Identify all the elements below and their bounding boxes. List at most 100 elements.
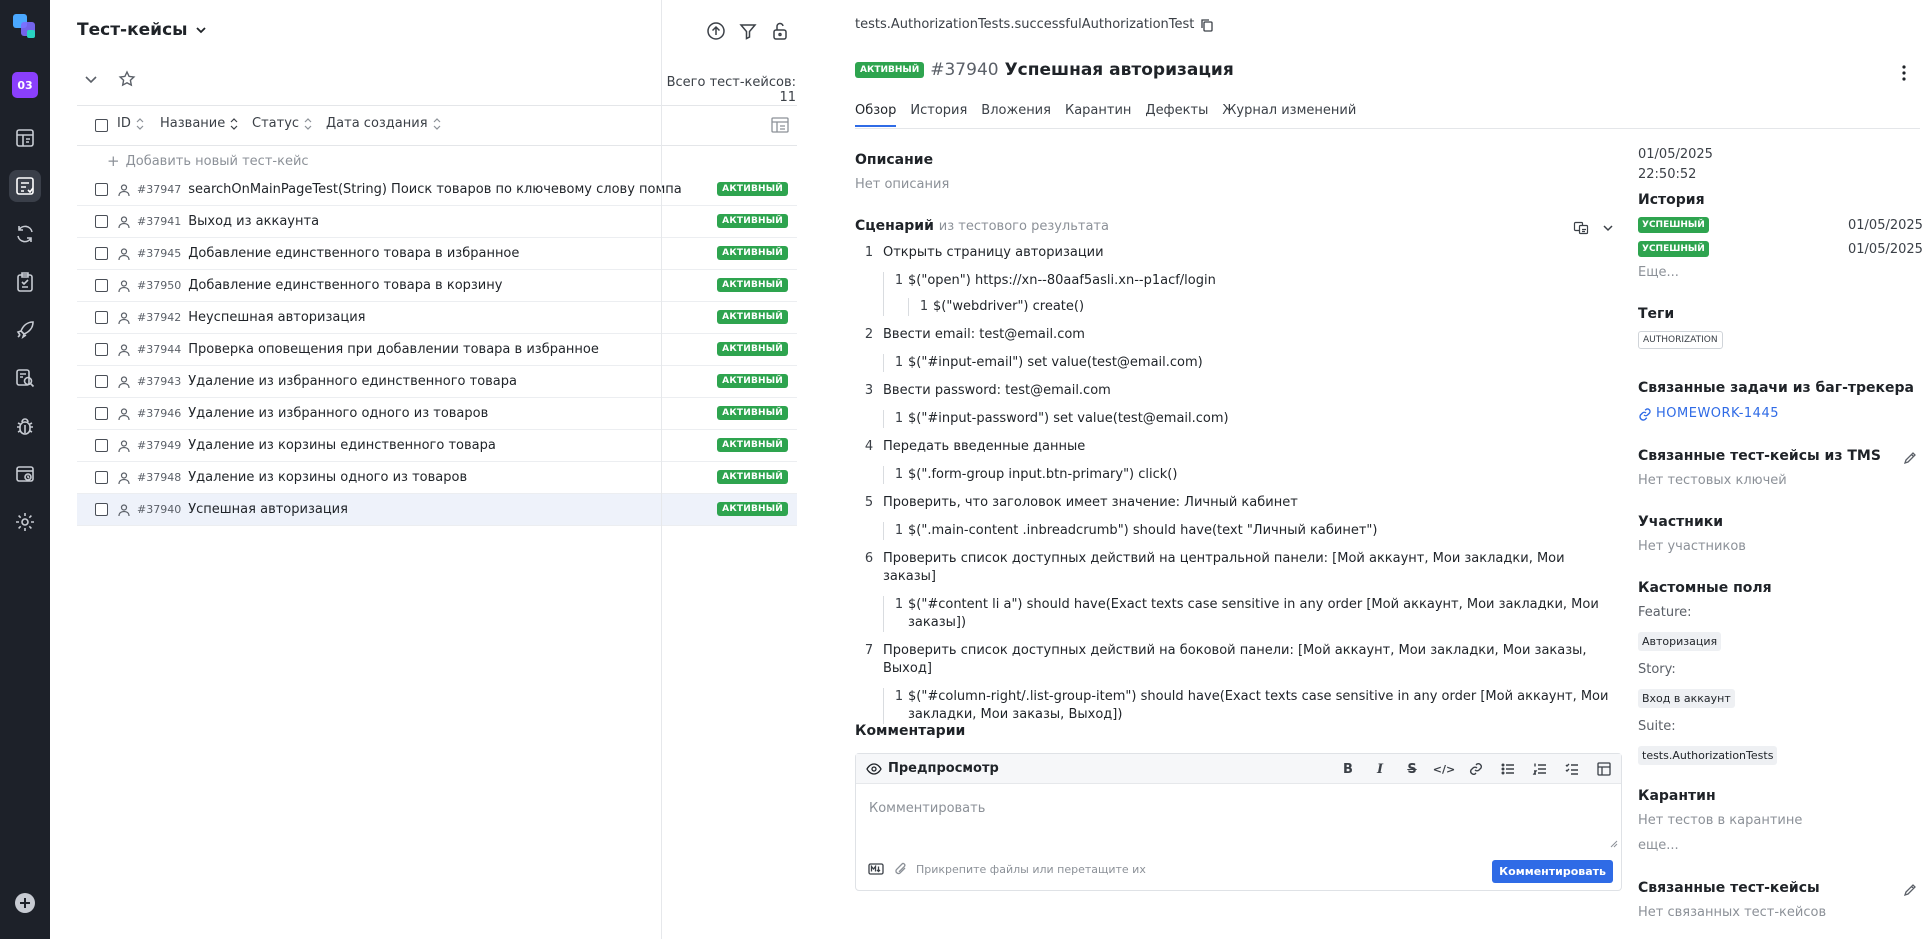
more-menu-icon[interactable]	[1900, 63, 1908, 83]
scenario-steps: 1 Открыть страницу авторизации 1 $("open") …	[855, 244, 1615, 734]
table-row[interactable]: #37942 Неуспешная авторизация АКТИВНЫЙ	[77, 302, 797, 334]
search-analytics-icon[interactable]	[9, 362, 41, 394]
paperclip-icon[interactable]	[894, 862, 910, 876]
list-title[interactable]: Тест-кейсы	[77, 20, 208, 40]
select-all-checkbox[interactable]	[95, 119, 108, 132]
settings-icon[interactable]	[9, 506, 41, 538]
story-chip[interactable]: Вход в аккаунт	[1638, 689, 1735, 708]
view-mode-icon[interactable]	[1573, 220, 1589, 236]
step-text: Проверить, что заголовок имеет значение:…	[883, 495, 1298, 510]
project-badge[interactable]: 03	[12, 72, 38, 98]
table-row[interactable]: #37944 Проверка оповещения при добавлении…	[77, 334, 797, 366]
row-checkbox[interactable]	[95, 183, 108, 196]
quarantine-more-link[interactable]: еще...	[1638, 838, 1679, 853]
column-created[interactable]: Дата создания	[326, 116, 442, 131]
test-cases-icon[interactable]	[9, 170, 41, 202]
table-row[interactable]: #37947 searchOnMainPageTest(String) Поиск…	[77, 174, 797, 206]
suite-chip[interactable]: tests.AuthorizationTests	[1638, 746, 1778, 765]
tms-empty: Нет тестовых ключей	[1638, 473, 1787, 488]
eye-icon[interactable]	[866, 761, 882, 777]
italic-icon[interactable]: I	[1371, 761, 1389, 777]
filter-icon[interactable]	[738, 21, 758, 41]
markdown-icon[interactable]	[868, 862, 884, 876]
comment-input[interactable]: Комментировать	[869, 801, 985, 816]
code-icon[interactable]: </>	[1433, 761, 1455, 777]
quarantine-title: Карантин	[1638, 788, 1716, 804]
row-checkbox[interactable]	[95, 311, 108, 324]
row-checkbox[interactable]	[95, 375, 108, 388]
edit-icon[interactable]	[1902, 882, 1918, 898]
defects-icon[interactable]	[9, 410, 41, 442]
copy-icon[interactable]	[1200, 18, 1214, 32]
dashboard-icon[interactable]	[9, 122, 41, 154]
launches-icon[interactable]	[9, 218, 41, 250]
column-status[interactable]: Статус	[252, 116, 313, 131]
edit-icon[interactable]	[1902, 450, 1918, 466]
chevron-down-icon[interactable]	[1600, 220, 1616, 236]
history-more-link[interactable]: Еще...	[1638, 265, 1679, 280]
preview-toggle[interactable]: Предпросмотр	[888, 761, 999, 776]
status-badge: АКТИВНЫЙ	[717, 470, 788, 484]
test-plans-icon[interactable]	[9, 266, 41, 298]
resize-handle-icon[interactable]	[1608, 838, 1618, 848]
tag-chip[interactable]: AUTHORIZATION	[1638, 331, 1723, 349]
row-checkbox[interactable]	[95, 471, 108, 484]
row-checkbox[interactable]	[95, 439, 108, 452]
add-test-case-button[interactable]: + Добавить новый тест-кейс	[107, 152, 309, 170]
tab-1[interactable]: История	[910, 103, 967, 127]
issue-link[interactable]: HOMEWORK-1445	[1638, 406, 1779, 421]
add-test-case-label: Добавить новый тест-кейс	[125, 153, 309, 169]
table-row[interactable]: #37946 Удаление из избранного одного из т…	[77, 398, 797, 430]
tab-2[interactable]: Вложения	[981, 103, 1051, 127]
bullet-list-icon[interactable]	[1499, 761, 1517, 777]
submit-comment-button[interactable]: Комментировать	[1492, 860, 1613, 883]
history-status-badge[interactable]: УСПЕШНЫЙ	[1638, 241, 1709, 257]
columns-settings-icon[interactable]	[770, 115, 790, 135]
row-checkbox[interactable]	[95, 247, 108, 260]
row-checkbox[interactable]	[95, 503, 108, 516]
quarantine-empty: Нет тестов в карантине	[1638, 813, 1803, 828]
column-name[interactable]: Название	[160, 116, 239, 131]
scenario-step: 5 Проверить, что заголовок имеет значение…	[855, 494, 1615, 512]
upload-icon[interactable]	[706, 21, 726, 41]
jobs-icon[interactable]	[9, 458, 41, 490]
rocket-icon[interactable]	[9, 314, 41, 346]
status-badge: АКТИВНЫЙ	[717, 342, 788, 356]
row-checkbox[interactable]	[95, 343, 108, 356]
app-logo-icon[interactable]	[11, 12, 39, 40]
table-row[interactable]: #37940 Успешная авторизация АКТИВНЫЙ	[77, 494, 797, 526]
tab-5[interactable]: Журнал изменений	[1222, 103, 1356, 127]
history-date: 01/05/2025	[1848, 218, 1923, 233]
history-date: 01/05/2025	[1848, 242, 1923, 257]
tms-title: Связанные тест-кейсы из TMS	[1638, 448, 1881, 464]
table-icon[interactable]	[1595, 761, 1613, 777]
add-icon[interactable]	[14, 892, 36, 914]
attach-hint[interactable]: Прикрепите файлы или перетащите их	[916, 863, 1146, 876]
checklist-icon[interactable]	[1563, 761, 1581, 777]
tab-3[interactable]: Карантин	[1065, 103, 1131, 127]
unlock-icon[interactable]	[770, 21, 790, 41]
row-checkbox[interactable]	[95, 279, 108, 292]
collapse-chevron-icon[interactable]	[82, 70, 100, 88]
bold-icon[interactable]: B	[1339, 761, 1357, 777]
history-status-badge[interactable]: УСПЕШНЫЙ	[1638, 217, 1709, 233]
column-id[interactable]: ID	[117, 116, 145, 131]
row-checkbox[interactable]	[95, 215, 108, 228]
table-row[interactable]: #37948 Удаление из корзины одного из това…	[77, 462, 797, 494]
table-row[interactable]: #37945 Добавление единственного товара в …	[77, 238, 797, 270]
related-empty: Нет связанных тест-кейсов	[1638, 905, 1827, 920]
star-icon[interactable]	[118, 70, 136, 88]
feature-chip[interactable]: Авторизация	[1638, 632, 1722, 651]
scenario-step: 4 Передать введенные данные	[855, 438, 1615, 456]
row-checkbox[interactable]	[95, 407, 108, 420]
table-row[interactable]: #37949 Удаление из корзины единственного …	[77, 430, 797, 462]
numbered-list-icon[interactable]	[1531, 761, 1549, 777]
strikethrough-icon[interactable]: S	[1403, 761, 1421, 777]
table-row[interactable]: #37943 Удаление из избранного единственно…	[77, 366, 797, 398]
tab-4[interactable]: Дефекты	[1145, 103, 1208, 127]
tab-0[interactable]: Обзор	[855, 103, 897, 127]
link-icon[interactable]	[1467, 761, 1485, 777]
row-name: Неуспешная авторизация	[188, 310, 366, 325]
table-row[interactable]: #37941 Выход из аккаунта АКТИВНЫЙ	[77, 206, 797, 238]
table-row[interactable]: #37950 Добавление единственного товара в …	[77, 270, 797, 302]
